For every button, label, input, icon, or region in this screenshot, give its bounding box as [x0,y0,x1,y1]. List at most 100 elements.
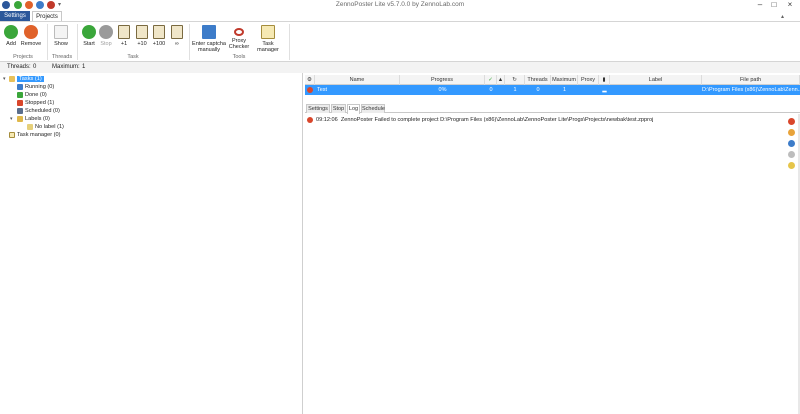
tree-node-nolabel[interactable]: No label (1) [27,123,64,131]
plus100-button[interactable]: +100 [152,25,166,47]
row-filepath-cell: D:\Program Files (x86)\ZennoLab\Zenn... [702,87,800,93]
tab-stop[interactable]: Stop [331,104,346,113]
stopped-icon [17,99,23,106]
label-tag-icon [17,115,23,122]
row-success-cell: 0 [489,87,493,93]
captcha-label: Enter captcha manually [192,41,226,53]
tree-node-stopped[interactable]: Stopped (1) [17,99,54,107]
row-fail-cell: 1 [513,87,517,93]
tree-label-stopped: Stopped (1) [25,100,55,106]
tree-label-running: Running (0) [25,84,55,90]
sort-up-icon: ▲ [497,77,504,83]
stop-label: Stop [100,41,112,47]
row-maximum-cell: 1 [562,87,567,93]
check-icon: ✓ [488,77,493,83]
task-manager-icon [9,131,15,138]
remove-button[interactable]: Remove [20,25,42,47]
tab-log[interactable]: Log [347,104,360,114]
add-icon [4,25,18,39]
status-column-icon: ⚙ [307,77,312,83]
infinite-button[interactable]: ∞ [170,25,184,47]
tree-node-taskmanager[interactable]: Task manager (0) [9,131,61,139]
stop-button[interactable]: Stop [99,25,113,47]
task-panel: ⚙ Name Progress ✓ ▲ ↻ Threads Maximum Pr… [305,73,800,414]
tasks-folder-icon [9,75,15,82]
ribbon: Add Remove Projects Show Threads Start S… [0,21,800,62]
tree-node-running[interactable]: Running (0) [17,83,54,91]
column-fail-header[interactable]: ↻ [505,75,525,85]
info-filter-icon[interactable] [788,140,795,147]
calendar-icon [17,107,23,114]
group-label-tools: Tools [232,54,246,60]
plus1-button[interactable]: +1 [117,25,131,47]
remove-icon [24,25,38,39]
column-maximum-header[interactable]: Maximum [551,75,578,85]
stopped-icon [307,86,313,93]
task-manager-button[interactable]: Task manager [251,25,285,53]
signal-bars-icon: ▮ [602,77,606,83]
tree-node-done[interactable]: Done (0) [17,91,47,99]
maximum-value: 1 [82,64,86,70]
column-threads-header[interactable]: Threads [525,75,551,85]
tree-node-tasks[interactable]: Tasks (1) [9,75,44,83]
ribbon-collapse-icon[interactable]: ▴ [781,13,784,20]
column-success-header[interactable]: ✓ [485,75,497,85]
start-label: Start [83,41,95,47]
column-sort-header[interactable]: ▲ [497,75,505,85]
tab-schedule[interactable]: Schedule [361,104,385,113]
add-button[interactable]: Add [4,25,18,47]
detail-tabs: Settings Stop Log Schedule [305,104,800,114]
tree-node-scheduled[interactable]: Scheduled (0) [17,107,60,115]
clipboard-icon [171,25,183,39]
error-filter-icon[interactable] [788,118,795,125]
clipboard-icon [153,25,165,39]
refresh-icon: ↻ [512,77,517,83]
threads-status-bar: Threads: 0 Maximum: 1 [0,62,800,73]
show-button[interactable]: Show [52,25,70,47]
plus10-button[interactable]: +10 [135,25,149,47]
column-progress-header[interactable]: Progress [400,75,485,85]
column-status-header[interactable]: ⚙ [305,75,315,85]
tree-label-done: Done (0) [25,92,47,98]
remove-label: Remove [20,41,42,47]
table-row[interactable]: Test 0% 0 1 0 1 ▂ D:\Program Files (x86)… [305,85,800,95]
column-filepath-header[interactable]: File path [702,75,800,85]
tree-label-tasks: Tasks (1) [17,76,44,82]
minimize-icon[interactable]: – [754,0,766,10]
close-icon[interactable]: × [784,0,796,10]
plus1-label: +1 [120,41,128,47]
log-entry[interactable]: 09:12:06 ZennoPoster Failed to complete … [307,116,653,124]
threads-label: Threads: [7,64,31,70]
warning-filter-icon[interactable] [788,129,795,136]
row-status-cell [305,85,315,95]
tree-label-taskmanager: Task manager (0) [17,132,61,138]
task-manager-icon [261,25,275,39]
label-tag-icon [27,123,33,130]
column-proxy-header[interactable]: Proxy [578,75,599,85]
clipboard-icon [136,25,148,39]
column-name-header[interactable]: Name [315,75,400,85]
expand-labels-icon[interactable]: ▾ [10,116,13,122]
tree-label-nolabel: No label (1) [35,124,64,130]
log-time: 09:12:06 [316,117,338,123]
trash-icon[interactable] [788,151,795,158]
column-priority-header[interactable]: ▮ [599,75,610,85]
plus10-label: +10 [137,41,147,47]
plus100-label: +100 [152,41,166,47]
tab-settings-detail[interactable]: Settings [306,104,330,113]
tree-node-labels[interactable]: Labels (0) [17,115,50,123]
column-label-header[interactable]: Label [610,75,702,85]
group-label-projects: Projects [13,54,33,60]
enter-captcha-button[interactable]: Enter captcha manually [191,25,227,53]
show-threads-icon [54,25,68,39]
maximize-icon[interactable]: □ [768,0,780,10]
clear-log-icon[interactable] [788,162,795,169]
group-label-task: Task [127,54,139,60]
threads-value: 0 [33,64,37,70]
taskmgr-label: Task manager [257,41,279,53]
start-button[interactable]: Start [82,25,96,47]
check-icon [17,91,23,98]
proxy-checker-button[interactable]: Proxy Checker [228,25,250,50]
add-label: Add [6,41,16,47]
expand-tasks-icon[interactable]: ▾ [3,76,6,82]
